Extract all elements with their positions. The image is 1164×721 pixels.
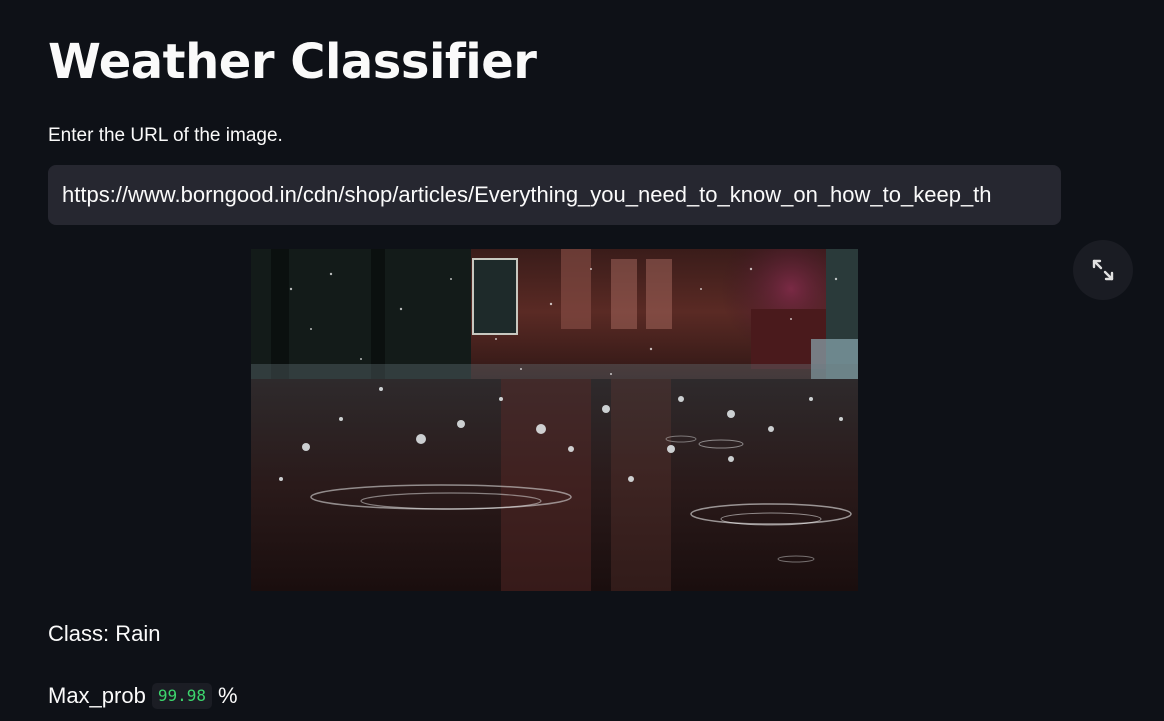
rain-puddle-photo — [251, 249, 858, 591]
url-input[interactable] — [48, 165, 1061, 225]
fullscreen-button[interactable] — [1073, 240, 1133, 300]
max-prob-result: Max_prob 99.98 % — [48, 683, 238, 709]
max-prob-value: 99.98 — [151, 683, 213, 709]
max-prob-unit: % — [218, 683, 238, 708]
url-input-label: Enter the URL of the image. — [48, 125, 283, 146]
class-result: Class: Rain — [48, 621, 161, 646]
page-title: Weather Classifier — [48, 34, 537, 90]
expand-icon — [1092, 259, 1114, 281]
max-prob-label: Max_prob — [48, 683, 146, 708]
classified-image — [251, 249, 858, 591]
app-page: Weather Classifier Enter the URL of the … — [0, 0, 1164, 721]
